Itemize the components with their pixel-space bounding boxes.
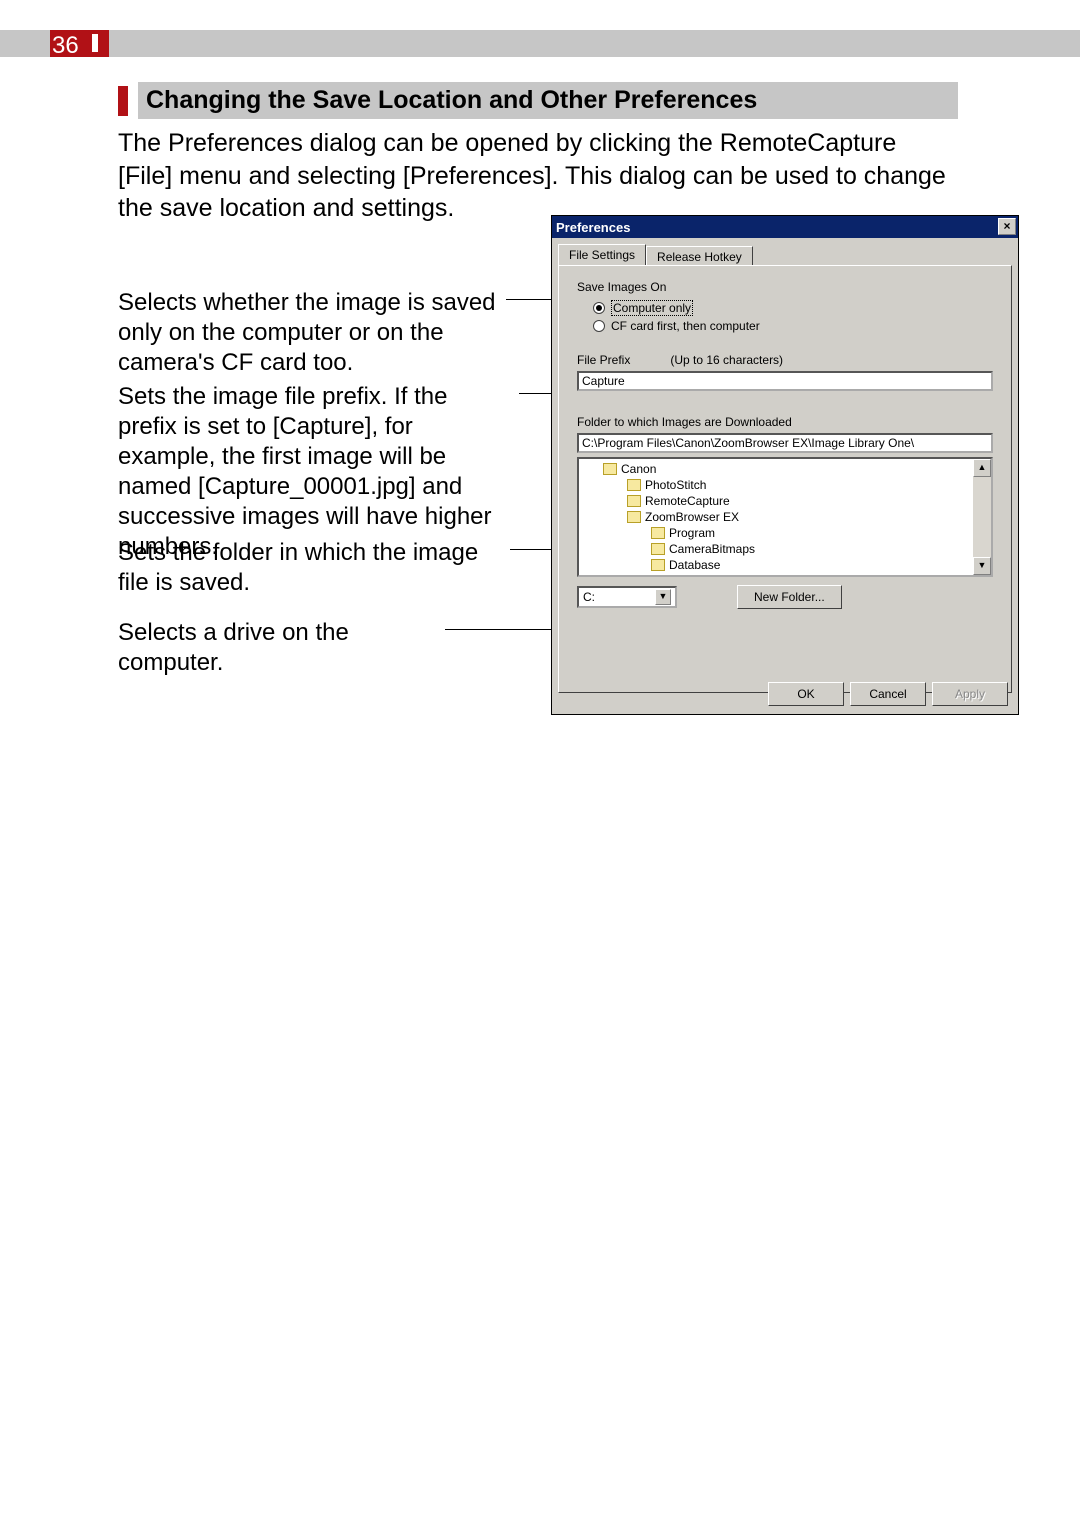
page-num-tick bbox=[92, 34, 98, 52]
folder-icon bbox=[627, 495, 641, 507]
tree-scrollbar[interactable]: ▲ ▼ bbox=[973, 459, 991, 575]
folder-path-input[interactable] bbox=[577, 433, 993, 453]
file-prefix-hint: (Up to 16 characters) bbox=[670, 353, 783, 367]
callout-drive: Selects a drive on the computer. bbox=[118, 618, 458, 678]
header-band bbox=[0, 30, 1080, 57]
scroll-up-icon[interactable]: ▲ bbox=[973, 459, 991, 477]
new-folder-label: New Folder... bbox=[754, 590, 825, 604]
new-folder-button[interactable]: New Folder... bbox=[737, 585, 842, 609]
folder-open-icon bbox=[651, 575, 665, 577]
tree-node[interactable]: ZoomBrowser EX bbox=[645, 509, 739, 525]
group-save-label: Save Images On bbox=[577, 280, 993, 294]
apply-button[interactable]: Apply bbox=[932, 682, 1008, 706]
chevron-down-icon: ▼ bbox=[655, 589, 671, 605]
callout-save-on: Selects whether the image is saved only … bbox=[118, 288, 500, 378]
callout-folder: Sets the folder in which the image file … bbox=[118, 538, 508, 598]
tab-release-hotkey[interactable]: Release Hotkey bbox=[646, 246, 753, 267]
tab-panel: Save Images On Computer only CF card fir… bbox=[558, 265, 1012, 693]
folder-tree[interactable]: Canon PhotoStitch RemoteCapture ZoomBrow… bbox=[577, 457, 993, 577]
tree-node[interactable]: Database bbox=[669, 557, 720, 573]
leader-line bbox=[445, 629, 565, 630]
radio-icon bbox=[593, 320, 605, 332]
tree-node[interactable]: RemoteCapture bbox=[645, 493, 730, 509]
ok-button[interactable]: OK bbox=[768, 682, 844, 706]
drive-select[interactable]: C: ▼ bbox=[577, 586, 677, 608]
tree-node-selected[interactable]: Image Library One bbox=[669, 573, 768, 577]
radio-computer-only[interactable]: Computer only bbox=[593, 300, 993, 316]
tab-strip: File Settings Release Hotkey bbox=[558, 244, 1012, 265]
heading-accent bbox=[118, 86, 128, 116]
dialog-titlebar[interactable]: Preferences × bbox=[552, 216, 1018, 238]
folder-icon bbox=[651, 559, 665, 571]
cancel-button[interactable]: Cancel bbox=[850, 682, 926, 706]
folder-icon bbox=[627, 479, 641, 491]
tree-node[interactable]: CameraBitmaps bbox=[669, 541, 755, 557]
folder-icon bbox=[651, 527, 665, 539]
close-icon: × bbox=[1003, 219, 1010, 233]
folder-label: Folder to which Images are Downloaded bbox=[577, 415, 792, 429]
page-number: 36 bbox=[52, 32, 79, 60]
folder-icon bbox=[627, 511, 641, 523]
tab-file-settings[interactable]: File Settings bbox=[558, 244, 646, 265]
section-heading: Changing the Save Location and Other Pre… bbox=[138, 82, 958, 119]
cancel-label: Cancel bbox=[869, 687, 906, 701]
tree-node[interactable]: PhotoStitch bbox=[645, 477, 706, 493]
tree-node[interactable]: Canon bbox=[621, 461, 656, 477]
scroll-down-icon[interactable]: ▼ bbox=[973, 557, 991, 575]
callout-prefix: Sets the image file prefix. If the prefi… bbox=[118, 382, 512, 562]
file-prefix-input[interactable] bbox=[577, 371, 993, 391]
file-prefix-label: File Prefix bbox=[577, 353, 630, 367]
tree-node[interactable]: Program bbox=[669, 525, 715, 541]
drive-select-value: C: bbox=[583, 590, 595, 604]
radio-computer-only-label: Computer only bbox=[611, 300, 693, 316]
apply-label: Apply bbox=[955, 687, 985, 701]
radio-cf-first[interactable]: CF card first, then computer bbox=[593, 319, 993, 333]
close-button[interactable]: × bbox=[998, 218, 1016, 235]
folder-icon bbox=[603, 463, 617, 475]
intro-paragraph: The Preferences dialog can be opened by … bbox=[118, 127, 948, 225]
dialog-title: Preferences bbox=[556, 220, 630, 235]
radio-cf-first-label: CF card first, then computer bbox=[611, 319, 760, 333]
radio-icon bbox=[593, 302, 605, 314]
preferences-dialog: Preferences × File Settings Release Hotk… bbox=[551, 215, 1019, 715]
ok-label: OK bbox=[797, 687, 814, 701]
folder-icon bbox=[651, 543, 665, 555]
